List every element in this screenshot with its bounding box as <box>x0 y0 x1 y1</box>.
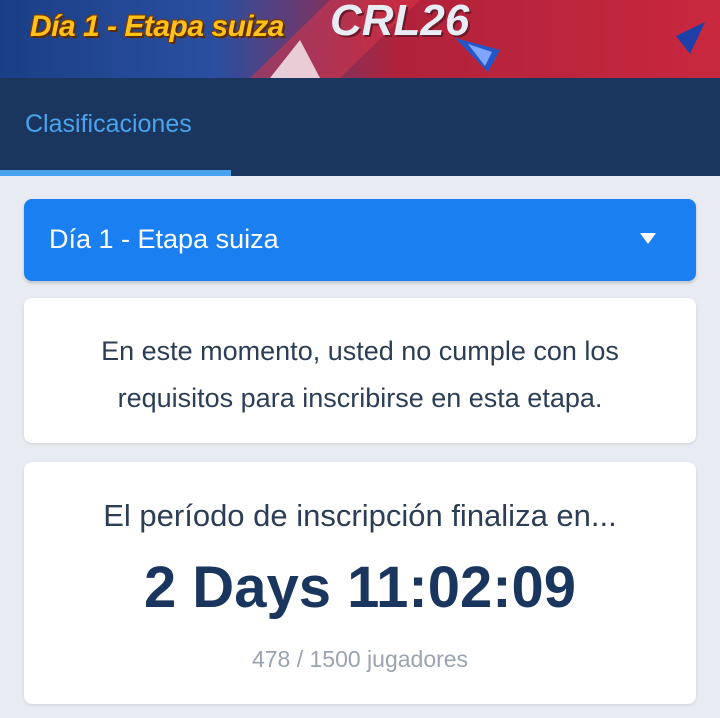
eligibility-notice-card: En este momento, usted no cumple con los… <box>24 298 696 443</box>
eligibility-notice-text: En este momento, usted no cumple con los… <box>44 328 676 422</box>
stage-select-value: Día 1 - Etapa suiza <box>49 224 279 254</box>
event-logo: CRL26 <box>330 0 470 45</box>
stage-select-dropdown[interactable]: Día 1 - Etapa suiza <box>24 199 696 281</box>
event-banner: CRL26 Día 1 - Etapa suiza <box>0 0 720 78</box>
chevron-down-icon <box>640 233 656 244</box>
tab-clasificaciones[interactable]: Clasificaciones <box>0 78 231 176</box>
player-count: 478 / 1500 jugadores <box>251 646 469 672</box>
notice-line: requisitos para inscribirse en esta etap… <box>117 383 603 413</box>
countdown-timer: 2 Days 11:02:09 <box>143 555 577 620</box>
active-tab-indicator <box>0 170 231 176</box>
tab-label: Clasificaciones <box>25 110 192 138</box>
registration-heading: El período de inscripción finaliza en... <box>103 498 617 533</box>
banner-title: Día 1 - Etapa suiza <box>30 10 284 43</box>
registration-timer-card: El período de inscripción finaliza en...… <box>24 462 696 704</box>
tab-bar: Clasificaciones <box>0 78 720 176</box>
shard-icon <box>676 22 705 54</box>
notice-line: En este momento, usted no cumple con los <box>101 336 619 366</box>
